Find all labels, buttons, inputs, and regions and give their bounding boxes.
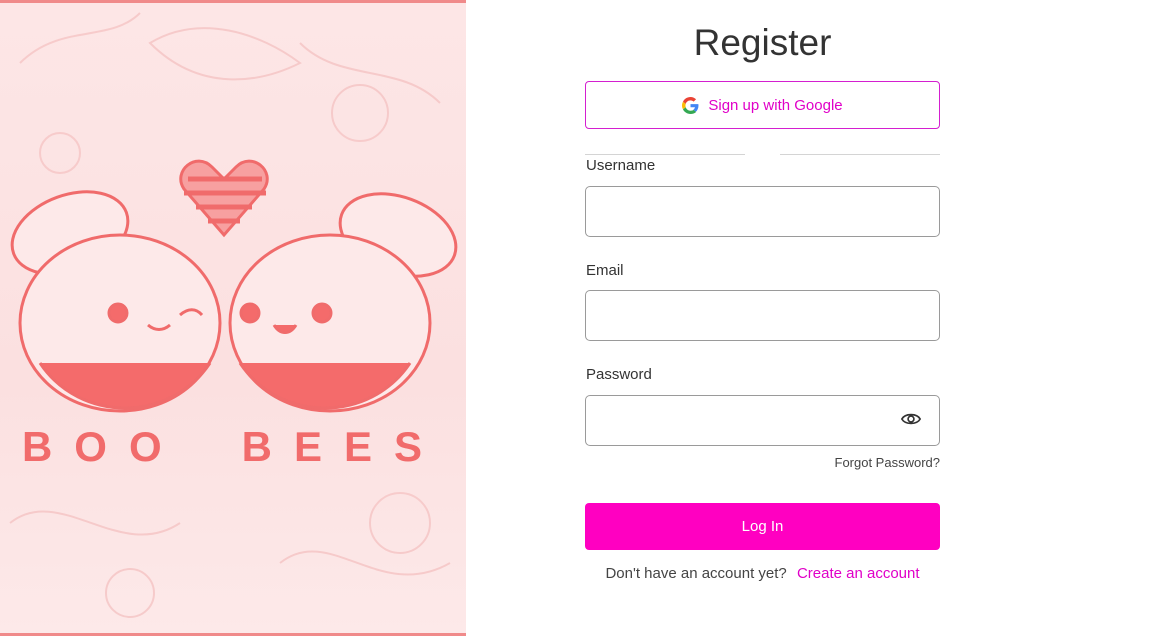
google-signup-label: Sign up with Google: [708, 96, 843, 114]
google-signup-button[interactable]: Sign up with Google: [585, 81, 940, 129]
brand-word-bees: BEES: [241, 423, 445, 470]
login-button[interactable]: Log In: [585, 503, 940, 550]
username-field[interactable]: [585, 186, 940, 237]
password-label: Password: [586, 366, 652, 383]
page-title: Register: [693, 22, 832, 63]
brand-illustration-panel: BOO BEES: [0, 0, 466, 636]
create-account-link[interactable]: Create an account: [797, 565, 920, 582]
eye-icon[interactable]: [901, 411, 921, 427]
divider-left: [585, 154, 745, 155]
signup-prompt: Don't have an account yet? Create an acc…: [585, 565, 940, 582]
boo-bees-illustration: [9, 12, 458, 618]
google-g-icon: [682, 96, 699, 114]
username-label: Username: [586, 157, 656, 174]
password-field[interactable]: [585, 395, 940, 446]
divider-right: [780, 154, 940, 155]
brand-word-boo: BOO: [21, 423, 184, 470]
brand-wordmark: BOO BEES: [0, 423, 466, 471]
forgot-password-link[interactable]: Forgot Password?: [790, 455, 941, 470]
email-field[interactable]: [585, 290, 940, 341]
no-account-text: Don't have an account yet?: [605, 565, 787, 582]
email-label: Email: [586, 262, 624, 279]
